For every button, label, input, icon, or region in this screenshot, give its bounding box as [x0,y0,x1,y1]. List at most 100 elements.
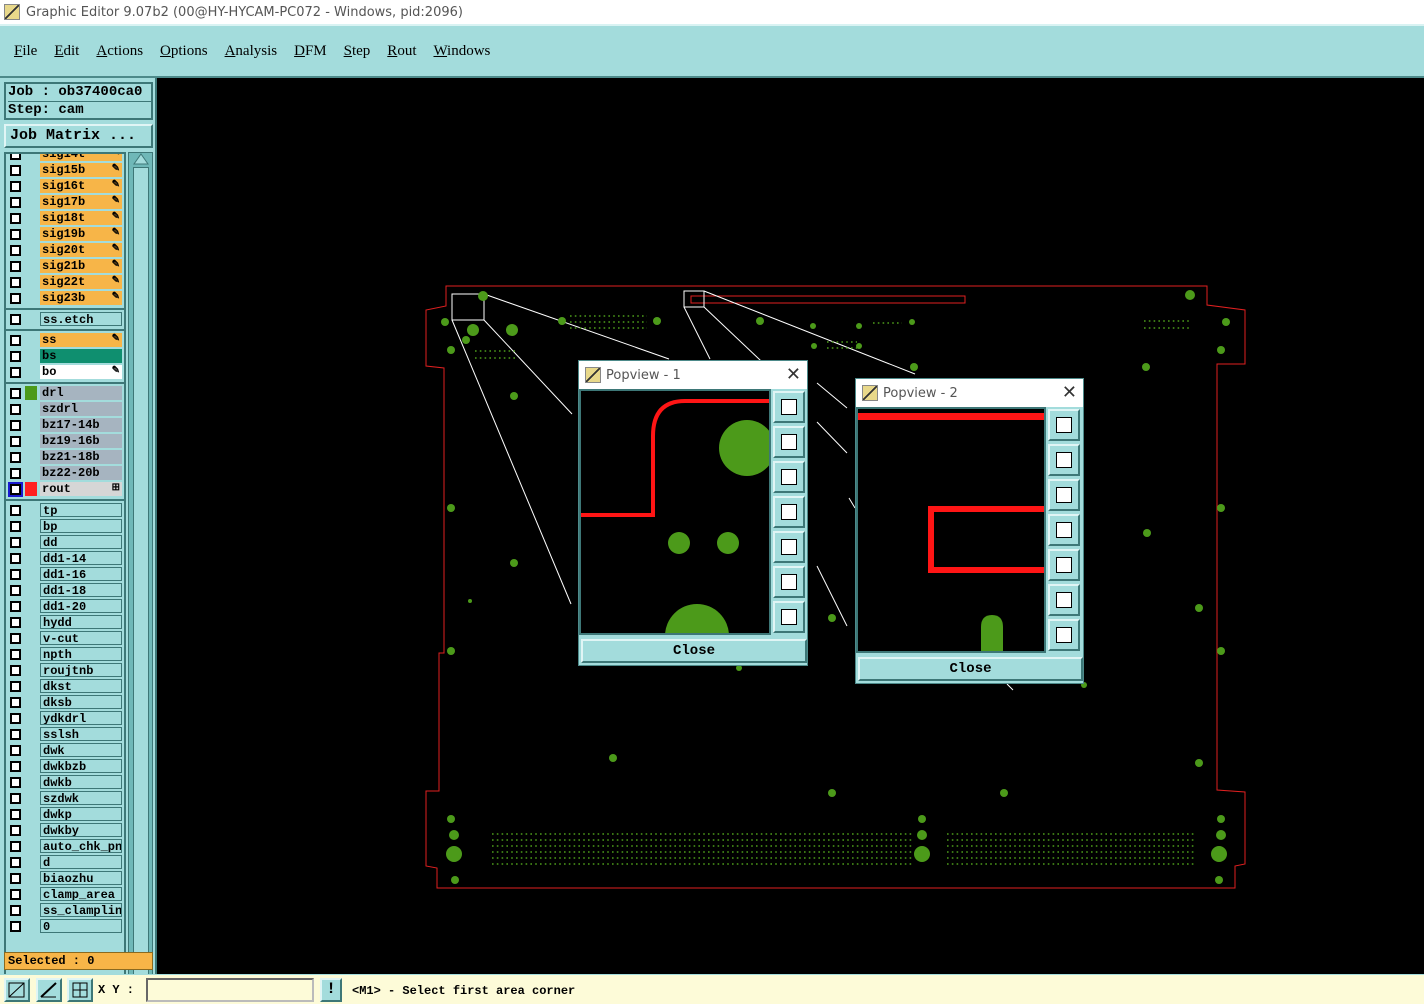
layer-name[interactable]: ss.etch [40,312,122,326]
layer-checkbox[interactable] [10,824,21,836]
layer-color-swatch[interactable] [25,551,37,565]
layer-color-swatch[interactable] [25,418,37,432]
layer-checkbox[interactable] [10,584,21,596]
popview-2-view[interactable] [856,407,1046,653]
layer-name[interactable]: d [40,855,122,869]
layer-name[interactable]: v-cut [40,631,122,645]
layer-name[interactable]: hydd [40,615,122,629]
layer-row[interactable]: sslsh [6,726,124,742]
layer-row[interactable]: ydkdrl [6,710,124,726]
layer-checkbox[interactable] [10,154,21,160]
layer-name[interactable]: szdwk [40,791,122,805]
layer-checkbox[interactable] [10,276,21,288]
layer-checkbox[interactable] [10,334,21,346]
layer-color-swatch[interactable] [25,711,37,725]
layer-checkbox[interactable] [10,180,21,192]
layer-row[interactable]: 0 [6,918,124,934]
menu-edit[interactable]: Edit [54,43,79,60]
layer-row[interactable]: dd1-16 [6,566,124,582]
zoom-area-button[interactable] [4,978,30,1002]
layer-name[interactable]: szdrl [40,402,122,416]
layer-checkbox[interactable] [10,228,21,240]
layer-checkbox[interactable] [10,728,21,740]
layer-name[interactable]: sig15b ✎ [40,163,122,177]
menu-rout[interactable]: Rout [387,43,416,60]
layer-color-swatch[interactable] [25,195,37,209]
layer-checkbox[interactable] [10,904,21,916]
menu-windows[interactable]: Windows [433,43,490,60]
layer-row[interactable]: sig18t ✎ [6,210,124,226]
layer-color-swatch[interactable] [25,259,37,273]
layer-checkbox[interactable] [10,808,21,820]
layer-name[interactable]: sig22t ✎ [40,275,122,289]
layer-name[interactable]: sig20t ✎ [40,243,122,257]
layer-row[interactable]: sig15b ✎ [6,162,124,178]
layer-name[interactable]: clamp_area [40,887,122,901]
layer-checkbox[interactable] [10,292,21,304]
zoom-home-button[interactable] [773,391,805,423]
layer-checkbox[interactable] [10,313,21,325]
layer-color-swatch[interactable] [25,583,37,597]
layer-color-swatch[interactable] [25,503,37,517]
layer-row[interactable]: roujtnb [6,662,124,678]
layer-checkbox[interactable] [10,366,21,378]
layer-row[interactable]: sig14t ✎ [6,154,124,162]
layer-checkbox[interactable] [10,552,21,564]
layer-color-swatch[interactable] [25,695,37,709]
layer-name[interactable]: auto_chk_pnl [40,839,122,853]
layer-color-swatch[interactable] [25,179,37,193]
layer-row[interactable]: dwkby [6,822,124,838]
layer-checkbox[interactable] [10,504,21,516]
layer-color-swatch[interactable] [25,887,37,901]
menu-dfm[interactable]: DFM [294,43,327,60]
layer-row[interactable]: bz19-16b [6,433,124,449]
layer-checkbox[interactable] [10,536,21,548]
layer-name[interactable]: bz21-18b [40,450,122,464]
layer-checkbox[interactable] [10,888,21,900]
layer-row[interactable]: sig19b ✎ [6,226,124,242]
layer-checkbox[interactable] [10,451,21,463]
menu-analysis[interactable]: Analysis [225,43,278,60]
layer-row[interactable]: szdwk [6,790,124,806]
layer-color-swatch[interactable] [25,211,37,225]
layer-name[interactable]: bs [40,349,122,363]
graphic-canvas[interactable]: Popview - 1 ✕ Close Popview - 2 ✕ Close [157,78,1424,974]
layer-row[interactable]: bo ✎ [6,364,124,380]
layer-color-swatch[interactable] [25,631,37,645]
layer-color-swatch[interactable] [25,333,37,347]
layer-checkbox[interactable] [10,403,21,415]
pan-up-button[interactable] [1048,444,1080,476]
layer-name[interactable]: bp [40,519,122,533]
zoom-in-button[interactable] [773,566,805,598]
layer-checkbox[interactable] [10,792,21,804]
layer-row[interactable]: szdrl [6,401,124,417]
scroll-up-icon[interactable] [133,153,149,165]
layer-row[interactable]: bz22-20b [6,465,124,481]
layer-color-swatch[interactable] [25,275,37,289]
layer-color-swatch[interactable] [25,807,37,821]
layer-name[interactable]: bo ✎ [40,365,122,379]
layer-row[interactable]: sig17b ✎ [6,194,124,210]
pan-right-button[interactable] [773,531,805,563]
menu-options[interactable]: Options [160,43,208,60]
layer-name[interactable]: dd1-20 [40,599,122,613]
layer-row[interactable]: ss.etch [6,311,124,327]
layer-checkbox[interactable] [10,872,21,884]
layer-checkbox[interactable] [10,600,21,612]
layer-color-swatch[interactable] [25,365,37,379]
layer-checkbox[interactable] [10,856,21,868]
layer-color-swatch[interactable] [25,903,37,917]
layer-checkbox[interactable] [10,164,21,176]
layer-row[interactable]: ss ✎ [6,332,124,348]
layer-color-swatch[interactable] [25,871,37,885]
layer-row[interactable]: sig21b ✎ [6,258,124,274]
layer-color-swatch[interactable] [25,727,37,741]
layer-color-swatch[interactable] [25,775,37,789]
layer-name[interactable]: bz22-20b [40,466,122,480]
layer-name[interactable]: roujtnb [40,663,122,677]
layer-name[interactable]: npth [40,647,122,661]
layer-row[interactable]: dksb [6,694,124,710]
layer-row[interactable]: sig22t ✎ [6,274,124,290]
layer-row[interactable]: dkst [6,678,124,694]
layer-checkbox[interactable] [10,744,21,756]
